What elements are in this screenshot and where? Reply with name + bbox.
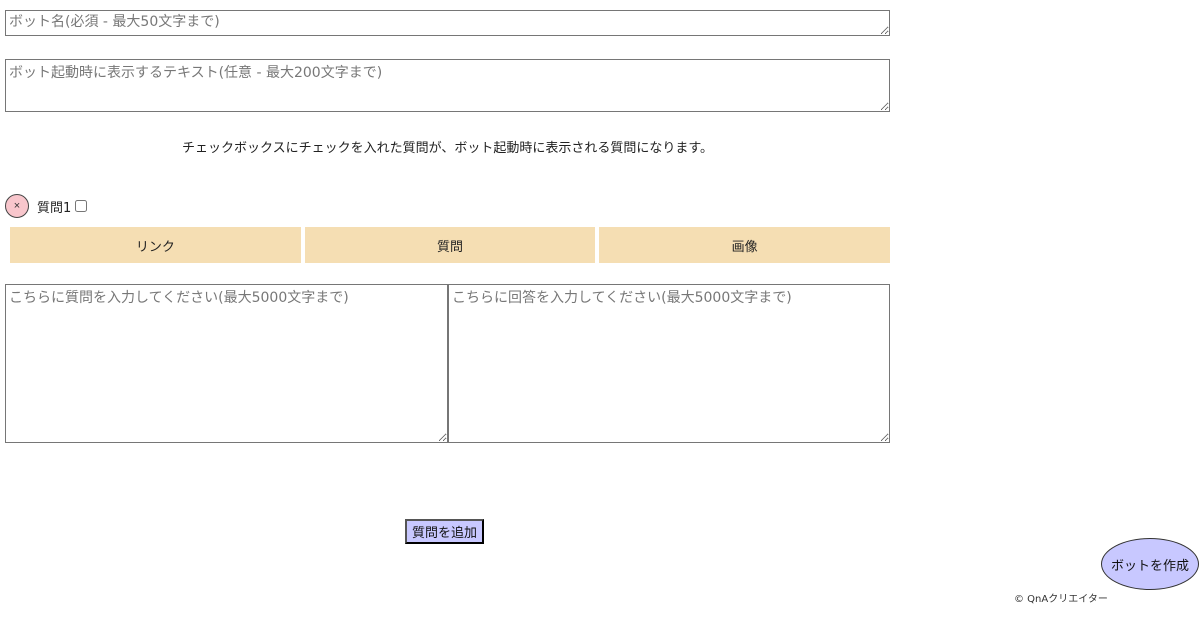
question-header: × 質問1 — [5, 194, 88, 218]
answer-input[interactable] — [448, 284, 890, 443]
tab-image[interactable]: 画像 — [599, 227, 891, 263]
create-bot-button[interactable]: ボットを作成 — [1101, 538, 1199, 590]
question-type-tabs: リンク 質問 画像 — [10, 227, 891, 263]
tab-link[interactable]: リンク — [10, 227, 301, 263]
question-label: 質問1 — [37, 200, 72, 216]
bot-intro-input[interactable] — [5, 59, 890, 112]
checkbox-notice: チェックボックスにチェックを入れた質問が、ボット起動時に表示される質問になります… — [181, 141, 714, 156]
question-input[interactable] — [5, 284, 448, 443]
remove-question-button[interactable]: × — [5, 194, 29, 218]
copyright-footer: © QnAクリエイター — [1014, 594, 1108, 605]
bot-name-input[interactable] — [5, 10, 890, 36]
add-question-button[interactable]: 質問を追加 — [405, 519, 485, 544]
startup-question-checkbox[interactable] — [75, 200, 88, 212]
tab-question[interactable]: 質問 — [304, 227, 596, 263]
